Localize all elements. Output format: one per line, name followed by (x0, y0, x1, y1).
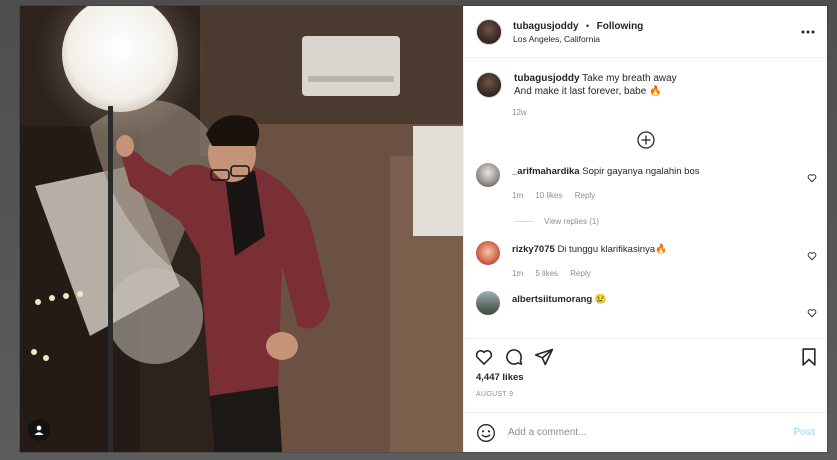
share-button[interactable] (534, 347, 554, 367)
comment-likes[interactable]: 5 likes (535, 269, 558, 278)
comment-icon (506, 349, 523, 365)
more-options-icon (801, 30, 815, 33)
load-more-comments-button[interactable] (464, 131, 827, 149)
post-date[interactable]: AUGUST 9 (476, 391, 513, 398)
plus-circle-icon (636, 131, 655, 149)
bookmark-icon (802, 348, 816, 366)
comment-time[interactable]: 1m (512, 191, 523, 200)
post-location[interactable]: Los Angeles, California (513, 33, 801, 46)
comment-username[interactable]: albertsiitumorang (512, 294, 592, 305)
emoji-icon (477, 423, 495, 442)
caption-line-1: Take my breath away (582, 73, 677, 84)
caption-timestamp[interactable]: 12w (512, 108, 827, 117)
view-replies-label: View replies (1) (544, 217, 599, 226)
comment-item: _arifmahardika Sopir gayanya ngalahin bo… (464, 163, 827, 202)
save-button[interactable] (799, 347, 819, 367)
comment-likes[interactable]: 10 likes (535, 191, 562, 200)
comment-content: rizky7075 Di tunggu klarifikasinya🔥 1m 5… (512, 244, 667, 280)
heart-icon (807, 309, 817, 318)
post-header: tubagusjoddy • Following Los Angeles, Ca… (464, 6, 827, 58)
comments-scroll-area[interactable]: tubagusjoddy Take my breath away And mak… (464, 58, 827, 338)
comment-composer: Post (464, 412, 827, 452)
emoji-button[interactable] (476, 423, 496, 443)
reply-button[interactable]: Reply (570, 269, 590, 278)
comment-content: albertsiitumorang 😢 (512, 294, 607, 315)
author-info: tubagusjoddy • Following Los Angeles, Ca… (513, 18, 801, 46)
comment-button[interactable] (504, 347, 524, 367)
view-replies-button[interactable]: View replies (1) (514, 217, 827, 226)
photo-illustration (20, 6, 463, 452)
caption-text: tubagusjoddy Take my breath away And mak… (514, 72, 677, 98)
comment-content: _arifmahardika Sopir gayanya ngalahin bo… (512, 166, 700, 202)
reply-button[interactable]: Reply (575, 191, 595, 200)
comment-text: 😢 (594, 294, 607, 305)
post-modal: tubagusjoddy • Following Los Angeles, Ca… (20, 6, 827, 452)
caption-line-2: And make it last forever, babe 🔥 (514, 86, 662, 97)
separator-dot: • (586, 20, 590, 31)
comment-like-button[interactable] (807, 305, 817, 323)
comment-avatar[interactable] (476, 163, 500, 187)
user-tag-button[interactable] (28, 419, 50, 441)
comment-like-button[interactable] (807, 170, 817, 188)
heart-icon (807, 252, 817, 261)
more-options-button[interactable] (801, 30, 815, 34)
comment-text: Di tunggu klarifikasinya🔥 (557, 244, 667, 255)
caption-username[interactable]: tubagusjoddy (514, 73, 580, 84)
share-icon (534, 348, 554, 366)
likes-count[interactable]: 4,447 likes (476, 372, 524, 383)
following-button[interactable]: Following (597, 21, 644, 32)
user-tag-icon (34, 425, 44, 435)
author-username[interactable]: tubagusjoddy (513, 21, 579, 32)
comment-item: albertsiitumorang 😢 (464, 291, 827, 318)
post-comment-button[interactable]: Post (793, 427, 815, 438)
heart-icon (807, 174, 817, 183)
comment-avatar[interactable] (476, 241, 500, 265)
post-photo[interactable] (20, 6, 463, 452)
like-button[interactable] (474, 347, 494, 367)
author-avatar[interactable] (476, 18, 502, 45)
comment-like-button[interactable] (807, 248, 817, 266)
post-side-panel: tubagusjoddy • Following Los Angeles, Ca… (463, 6, 827, 452)
comment-meta: 1m 10 likes Reply (512, 190, 700, 202)
caption-author-avatar[interactable] (476, 72, 502, 98)
replies-divider (514, 221, 534, 222)
comment-meta: 1m 5 likes Reply (512, 268, 667, 280)
comment-text: Sopir gayanya ngalahin bos (582, 166, 700, 177)
comment-username[interactable]: _arifmahardika (512, 166, 580, 177)
comment-username[interactable]: rizky7075 (512, 244, 555, 255)
comment-time[interactable]: 1m (512, 269, 523, 278)
caption: tubagusjoddy Take my breath away And mak… (464, 58, 827, 98)
comment-item: rizky7075 Di tunggu klarifikasinya🔥 1m 5… (464, 241, 827, 280)
heart-icon (475, 350, 493, 365)
comment-avatar[interactable] (476, 291, 500, 315)
post-actions-bar (464, 338, 827, 375)
comment-input[interactable] (506, 426, 794, 439)
